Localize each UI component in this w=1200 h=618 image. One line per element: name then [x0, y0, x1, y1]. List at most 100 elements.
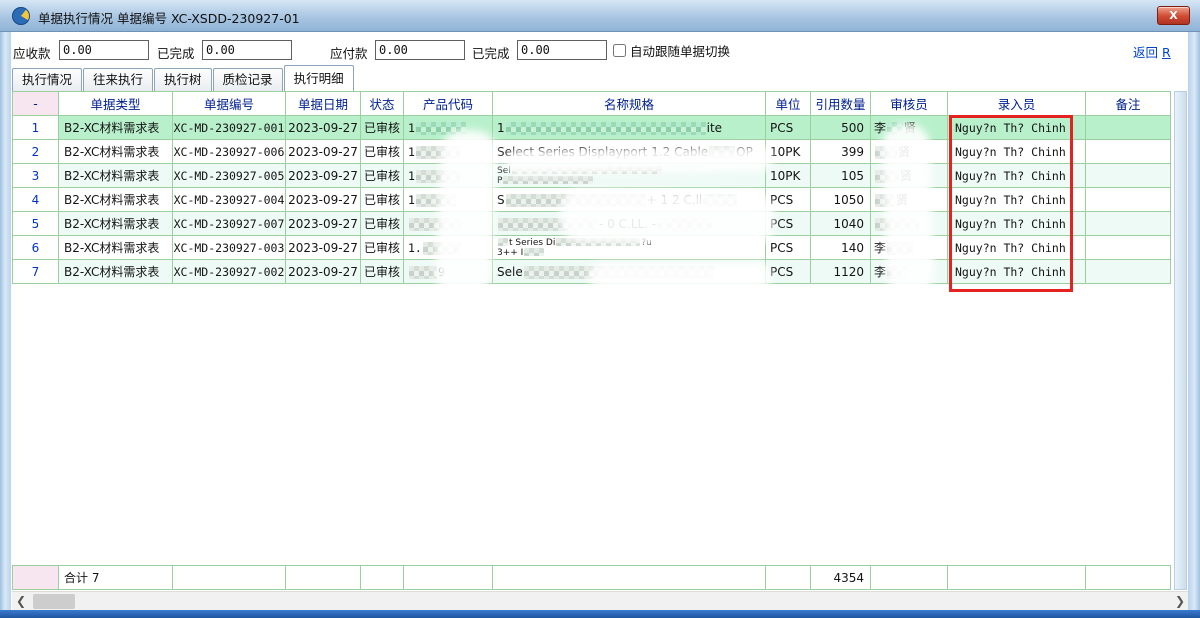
vertical-scrollbar[interactable]	[1174, 91, 1187, 590]
column-header-qty[interactable]: 引用数量	[811, 92, 871, 116]
cell-unit: PCS	[766, 236, 811, 260]
censor-mosaic	[498, 218, 598, 231]
summary-row: 合计 74354	[12, 565, 1171, 590]
summary-cell	[404, 566, 493, 590]
auto-follow-checkbox[interactable]	[613, 44, 626, 57]
cell-status: 已审核	[361, 116, 404, 140]
cell-remark	[1086, 140, 1171, 164]
cell-code: 9	[404, 260, 493, 284]
close-button[interactable]: X	[1157, 6, 1190, 25]
cell-date: 2023-09-27	[286, 164, 361, 188]
cell-doc_no: XC-MD-230927-004	[173, 188, 286, 212]
cell-unit: PCS	[766, 116, 811, 140]
cell-auditor: 李	[871, 236, 948, 260]
column-header-code[interactable]: 产品代码	[404, 92, 493, 116]
cell-unit: PCS	[766, 188, 811, 212]
cell-type: B2-XC材料需求表	[59, 260, 173, 284]
cell-remark	[1086, 188, 1171, 212]
censor-mosaic	[409, 266, 437, 279]
column-header-entry[interactable]: 录入员	[948, 92, 1086, 116]
cell-entry: Nguy?n Th? Chinh	[948, 212, 1086, 236]
cell-unit: PCS	[766, 212, 811, 236]
cell-name: 1ite	[493, 116, 766, 140]
column-header-status[interactable]: 状态	[361, 92, 404, 116]
payable-input[interactable]	[375, 40, 465, 60]
cell-num: 2	[13, 140, 59, 164]
column-header-auditor[interactable]: 审核员	[871, 92, 948, 116]
cell-qty: 1050	[811, 188, 871, 212]
cell-status: 已审核	[361, 260, 404, 284]
column-header-doc_no[interactable]: 单据编号	[173, 92, 286, 116]
payable-label: 应付款	[330, 43, 368, 62]
cell-qty: 500	[811, 116, 871, 140]
column-header-type[interactable]: 单据类型	[59, 92, 173, 116]
cell-num: 7	[13, 260, 59, 284]
cell-status: 已审核	[361, 140, 404, 164]
table-row[interactable]: 3B2-XC材料需求表XC-MD-230927-0052023-09-27已审核…	[13, 164, 1171, 188]
cell-auditor: 李	[871, 260, 948, 284]
cell-remark	[1086, 164, 1171, 188]
censor-mosaic	[524, 248, 544, 256]
horizontal-scroll-thumb[interactable]	[33, 594, 75, 609]
cell-remark	[1086, 212, 1171, 236]
column-header-date[interactable]: 单据日期	[286, 92, 361, 116]
cell-date: 2023-09-27	[286, 188, 361, 212]
summary-cell	[1086, 566, 1171, 590]
table-row[interactable]: 4B2-XC材料需求表XC-MD-230927-0042023-09-27已审核…	[13, 188, 1171, 212]
payable-done-input[interactable]	[517, 40, 607, 60]
scroll-left-icon[interactable]: ❮	[12, 592, 30, 611]
censor-mosaic	[875, 194, 895, 207]
receivable-done-input[interactable]	[202, 40, 292, 60]
cell-name: - 0 C.LL. -	[493, 212, 766, 236]
scroll-right-icon[interactable]: ❯	[1171, 592, 1189, 611]
cell-type: B2-XC材料需求表	[59, 116, 173, 140]
back-link[interactable]: 返回 R	[1133, 42, 1171, 61]
receivable-input[interactable]	[59, 40, 149, 60]
table-row[interactable]: 5B2-XC材料需求表XC-MD-230927-0072023-09-27已审核…	[13, 212, 1171, 236]
cell-code	[404, 212, 493, 236]
cell-name: Sele	[493, 260, 766, 284]
cell-remark	[1086, 260, 1171, 284]
column-header-remark[interactable]: 备注	[1086, 92, 1171, 116]
summary-cell	[766, 566, 811, 590]
summary-total-label: 合计 7	[59, 566, 173, 590]
censor-mosaic	[703, 194, 737, 207]
table-row[interactable]: 7B2-XC材料需求表XC-MD-230927-0022023-09-27已审核…	[13, 260, 1171, 284]
cell-entry: Nguy?n Th? Chinh	[948, 260, 1086, 284]
cell-qty: 105	[811, 164, 871, 188]
window-title: 单据执行情况 单据编号 XC-XSDD-230927-01	[38, 8, 300, 27]
cell-entry: Nguy?n Th? Chinh	[948, 140, 1086, 164]
window-border-right	[1188, 32, 1200, 618]
cell-num: 3	[13, 164, 59, 188]
cell-entry: Nguy?n Th? Chinh	[948, 116, 1086, 140]
summary-cell	[493, 566, 766, 590]
window: 单据执行情况 单据编号 XC-XSDD-230927-01 X 应收款 已完成 …	[0, 0, 1200, 618]
auto-follow-option[interactable]: 自动跟随单据切换	[613, 41, 730, 60]
column-header-unit[interactable]: 单位	[766, 92, 811, 116]
table-row[interactable]: 2B2-XC材料需求表XC-MD-230927-0062023-09-27已审核…	[13, 140, 1171, 164]
receivable-label: 应收款	[13, 43, 51, 62]
cell-name: t Series Di?u3++ I	[493, 236, 766, 260]
cell-doc_no: XC-MD-230927-006	[173, 140, 286, 164]
cell-entry: Nguy?n Th? Chinh	[948, 236, 1086, 260]
cell-code: 1.	[404, 236, 493, 260]
column-header-num[interactable]: -	[13, 92, 59, 116]
tab-3[interactable]: 执行树	[154, 68, 212, 91]
cell-entry: Nguy?n Th? Chinh	[948, 164, 1086, 188]
cell-name: S+ 1 2 C.ll	[493, 188, 766, 212]
horizontal-scrollbar[interactable]: ❮ ❯	[12, 591, 1189, 611]
censor-mosaic	[506, 122, 706, 135]
table-row[interactable]: 1B2-XC材料需求表XC-MD-230927-0012023-09-27已审核…	[13, 116, 1171, 140]
cell-status: 已审核	[361, 188, 404, 212]
column-header-name[interactable]: 名称规格	[493, 92, 766, 116]
table-row[interactable]: 6B2-XC材料需求表XC-MD-230927-0032023-09-27已审核…	[13, 236, 1171, 260]
cell-num: 5	[13, 212, 59, 236]
cell-code: 1	[404, 116, 493, 140]
tab-2[interactable]: 往来执行	[83, 68, 153, 91]
tab-5[interactable]: 执行明细	[284, 65, 354, 91]
cell-name: SelP	[493, 164, 766, 188]
censor-mosaic	[887, 266, 907, 279]
censor-mosaic	[416, 146, 460, 159]
tab-1[interactable]: 执行情况	[12, 68, 82, 91]
tab-4[interactable]: 质检记录	[213, 68, 283, 91]
